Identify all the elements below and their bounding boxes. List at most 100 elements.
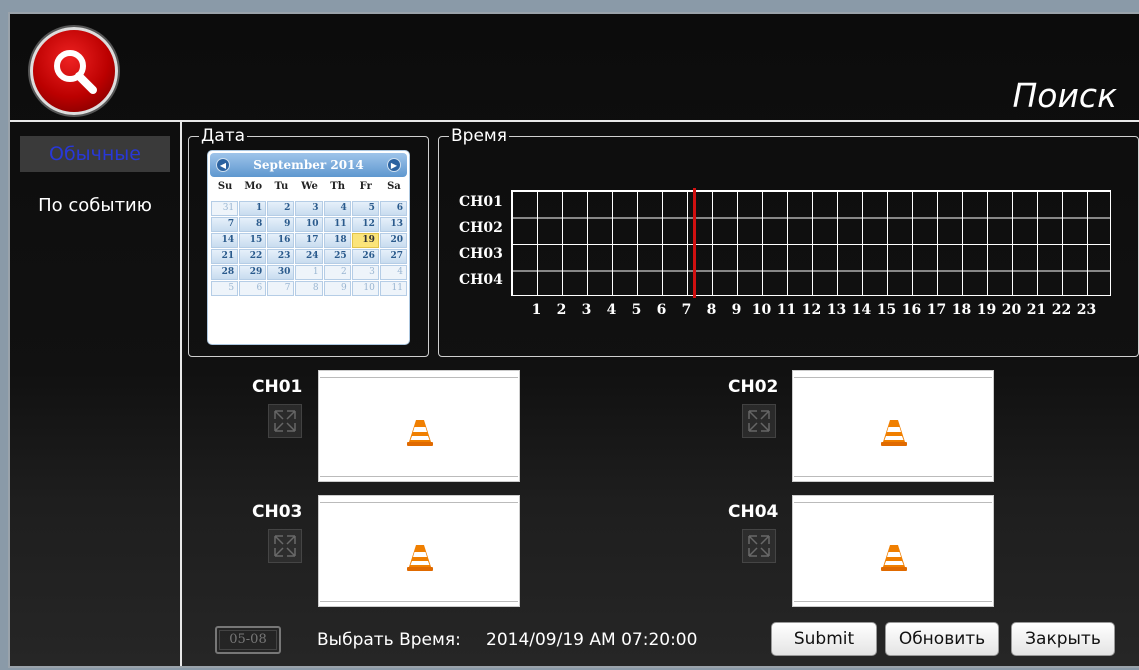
close-button[interactable]: Закрыть xyxy=(1011,622,1115,656)
sidebar-item-normal[interactable]: Обычные xyxy=(20,136,170,172)
fullscreen-ch03-icon[interactable] xyxy=(268,529,302,563)
calendar-day[interactable]: 8 xyxy=(295,281,323,296)
calendar-day[interactable]: 5 xyxy=(351,201,379,216)
calendar-day[interactable]: 13 xyxy=(379,217,407,232)
timeline-time-marker[interactable] xyxy=(693,188,697,298)
calendar-day[interactable]: 10 xyxy=(295,217,323,232)
calendar-day[interactable]: 28 xyxy=(211,265,239,280)
fullscreen-ch02-icon[interactable] xyxy=(742,404,776,438)
calendar-day[interactable]: 7 xyxy=(211,217,239,232)
refresh-button[interactable]: Обновить xyxy=(885,622,999,656)
timeline-grid[interactable] xyxy=(511,190,1111,296)
timeline-hour-label: 10 xyxy=(751,302,772,318)
sidebar: Обычные По событию xyxy=(10,122,180,666)
calendar-day[interactable]: 31 xyxy=(211,201,239,216)
calendar-day[interactable]: 17 xyxy=(295,233,323,248)
timeline-hour-label: 3 xyxy=(581,302,592,318)
calendar-day[interactable]: 9 xyxy=(323,281,351,296)
calendar-day[interactable]: 9 xyxy=(267,217,295,232)
calendar-day[interactable]: 20 xyxy=(379,233,407,248)
timeline-hour-label: 23 xyxy=(1076,302,1097,318)
video-ch04-player[interactable] xyxy=(792,495,994,607)
timeline-hour-labels: 1 2 3 4 5 6 7 8 9 10 11 12 13 14 15 16 17 18 19 20 21 22 23 xyxy=(524,302,1124,322)
timeline-hour-label: 18 xyxy=(951,302,972,318)
search-window: Поиск Обычные По событию Дата ◀ Septembe… xyxy=(8,12,1139,668)
calendar-day[interactable]: 23 xyxy=(267,249,295,264)
sidebar-item-by-event[interactable]: По событию xyxy=(20,188,170,224)
date-panel: Дата ◀ September 2014 ▶ Su Mo Tu We Th Fr Sa 3… xyxy=(188,126,429,357)
calendar-day[interactable]: 11 xyxy=(379,281,407,296)
calendar-day[interactable]: 30 xyxy=(267,265,295,280)
calendar-day[interactable]: 22 xyxy=(239,249,267,264)
submit-button[interactable]: Submit xyxy=(771,622,877,656)
timeline-hour-label: 7 xyxy=(681,302,692,318)
calendar-day[interactable]: 3 xyxy=(351,265,379,280)
calendar-day[interactable]: 21 xyxy=(211,249,239,264)
calendar-day[interactable]: 19 xyxy=(351,233,379,248)
calendar-day[interactable]: 16 xyxy=(267,233,295,248)
calendar-day[interactable]: 12 xyxy=(351,217,379,232)
timeline-hour-label: 8 xyxy=(706,302,717,318)
calendar-day[interactable]: 1 xyxy=(295,265,323,280)
video-ch04-label: CH04 xyxy=(728,502,779,522)
time-panel: Время CH01 CH02 CH03 CH04 1 2 3 4 5 6 7 8 9 10 11 12 13… xyxy=(438,126,1139,357)
calendar-weekdays: Su Mo Tu We Th Fr Sa xyxy=(211,181,408,199)
timeline-hour-label: 4 xyxy=(606,302,617,318)
timeline-channel-label: CH04 xyxy=(459,272,503,288)
calendar-day[interactable]: 2 xyxy=(267,201,295,216)
video-ch02-player[interactable] xyxy=(792,370,994,482)
timeline-hour-label: 6 xyxy=(656,302,667,318)
vlc-cone-icon xyxy=(407,545,433,571)
sidebar-divider xyxy=(180,122,182,666)
calendar-day[interactable]: 26 xyxy=(351,249,379,264)
calendar-day[interactable]: 3 xyxy=(295,201,323,216)
weekday-label: Th xyxy=(330,181,345,192)
video-ch01-player[interactable] xyxy=(318,370,520,482)
calendar-day[interactable]: 1 xyxy=(239,201,267,216)
calendar-day[interactable]: 10 xyxy=(351,281,379,296)
calendar-day[interactable]: 4 xyxy=(323,201,351,216)
calendar-day[interactable]: 2 xyxy=(323,265,351,280)
video-ch03-label: CH03 xyxy=(252,502,303,522)
timeline-hour-label: 11 xyxy=(776,302,797,318)
calendar-day[interactable]: 18 xyxy=(323,233,351,248)
calendar-day[interactable]: 27 xyxy=(379,249,407,264)
fullscreen-ch01-icon[interactable] xyxy=(268,404,302,438)
calendar-day[interactable]: 11 xyxy=(323,217,351,232)
calendar-day[interactable]: 5 xyxy=(211,281,239,296)
weekday-label: We xyxy=(301,181,318,192)
calendar-day[interactable]: 29 xyxy=(239,265,267,280)
calendar-day[interactable]: 14 xyxy=(211,233,239,248)
timeline-hour-label: 14 xyxy=(851,302,872,318)
calendar-day[interactable]: 8 xyxy=(239,217,267,232)
prev-month-icon[interactable]: ◀ xyxy=(216,158,230,172)
timeline-channel-label: CH03 xyxy=(459,246,503,262)
calendar: ◀ September 2014 ▶ Su Mo Tu We Th Fr Sa 31 1 2 3 4… xyxy=(207,150,410,345)
timeline-hour-label: 9 xyxy=(731,302,742,318)
video-ch02-label: CH02 xyxy=(728,377,779,397)
time-segment-button[interactable]: 05-08 xyxy=(215,626,281,654)
weekday-label: Tu xyxy=(274,181,289,192)
calendar-day[interactable]: 25 xyxy=(323,249,351,264)
timeline-hour-label: 15 xyxy=(876,302,897,318)
weekday-label: Sa xyxy=(387,181,401,192)
timeline-hour-label: 17 xyxy=(926,302,947,318)
calendar-day[interactable]: 4 xyxy=(379,265,407,280)
header: Поиск xyxy=(10,14,1139,121)
time-panel-label: Время xyxy=(449,126,509,146)
timeline-hour-label: 5 xyxy=(631,302,642,318)
timeline-hour-label: 16 xyxy=(901,302,922,318)
next-month-icon[interactable]: ▶ xyxy=(387,158,401,172)
calendar-day[interactable]: 6 xyxy=(239,281,267,296)
fullscreen-ch04-icon[interactable] xyxy=(742,529,776,563)
weekday-label: Su xyxy=(217,181,233,192)
select-time-value: 2014/09/19 AM 07:20:00 xyxy=(486,630,698,650)
calendar-day[interactable]: 6 xyxy=(379,201,407,216)
video-ch03-player[interactable] xyxy=(318,495,520,607)
calendar-day[interactable]: 24 xyxy=(295,249,323,264)
calendar-days: 31 1 2 3 4 5 6 7 8 9 10 11 12 13 14 15 16 17 18 19 20 21 22 23 2… xyxy=(211,201,407,296)
calendar-day[interactable]: 7 xyxy=(267,281,295,296)
calendar-day[interactable]: 15 xyxy=(239,233,267,248)
date-panel-label: Дата xyxy=(199,126,248,146)
vlc-cone-icon xyxy=(407,420,433,446)
